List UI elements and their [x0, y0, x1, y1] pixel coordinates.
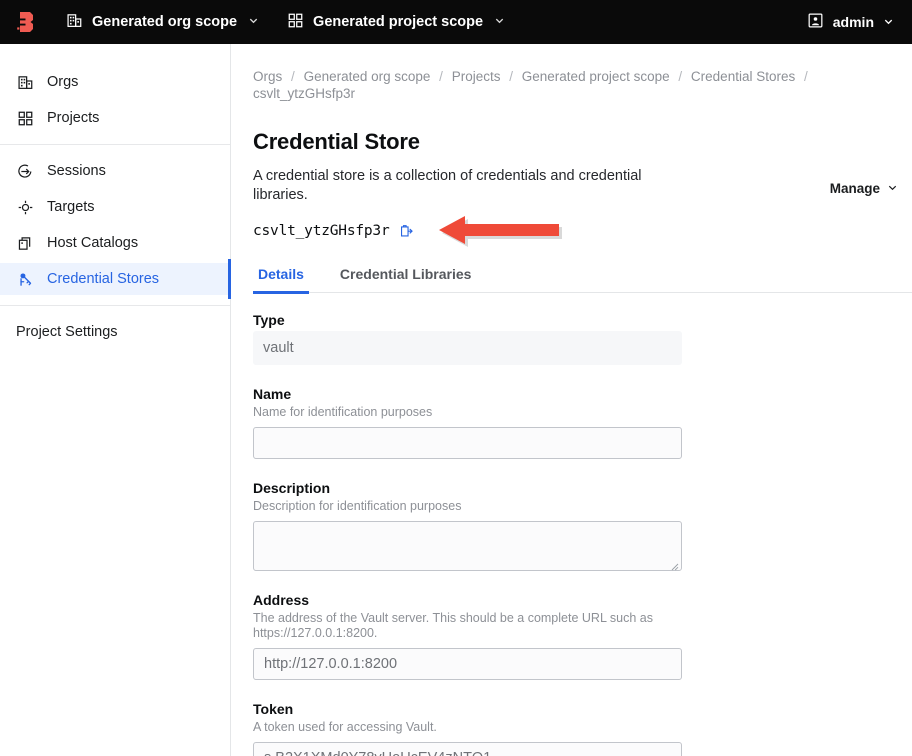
- sidebar-item-credential-stores[interactable]: Credential Stores: [0, 259, 231, 299]
- tab-credential-libraries[interactable]: Credential Libraries: [335, 266, 477, 294]
- sidebar-item-label: Host Catalogs: [47, 235, 139, 251]
- sessions-arrow-icon: [16, 162, 34, 180]
- field-help: The address of the Vault server. This sh…: [253, 611, 653, 640]
- chevron-down-icon: [248, 14, 259, 30]
- crosshair-icon: [16, 198, 34, 216]
- building-icon: [66, 12, 83, 33]
- field-description: Description Description for identificati…: [253, 480, 893, 571]
- field-address: Address The address of the Vault server.…: [253, 592, 893, 680]
- manage-button-label: Manage: [829, 181, 880, 196]
- chevron-down-icon: [494, 14, 505, 30]
- name-input[interactable]: [253, 427, 682, 459]
- breadcrumb-item-project-scope[interactable]: Generated project scope: [522, 69, 670, 84]
- sidebar-item-sessions[interactable]: Sessions: [0, 155, 230, 187]
- credential-key-icon: [16, 270, 34, 288]
- sidebar-item-label: Orgs: [47, 74, 79, 90]
- tab-label: Details: [258, 266, 304, 282]
- tab-label: Credential Libraries: [339, 266, 472, 282]
- building-icon: [16, 73, 34, 91]
- user-menu-label: admin: [832, 14, 874, 30]
- tab-details[interactable]: Details: [253, 266, 309, 294]
- breadcrumb-separator: /: [509, 69, 514, 84]
- resource-id: csvlt_ytzGHsfp3r: [253, 223, 390, 239]
- description-textarea[interactable]: [253, 521, 682, 571]
- breadcrumb-item-current: csvlt_ytzGHsfp3r: [253, 86, 356, 101]
- field-label: Token: [253, 701, 294, 717]
- chevron-down-icon: [883, 14, 894, 30]
- sidebar-item-orgs[interactable]: Orgs: [0, 66, 230, 98]
- layers-icon: [16, 234, 34, 252]
- breadcrumb-separator: /: [678, 69, 683, 84]
- field-label: Description: [253, 480, 331, 496]
- field-help: A token used for accessing Vault.: [253, 720, 437, 734]
- token-input[interactable]: s.B2X1XMd0Y78yHoUcEV4zNTQ1: [253, 742, 682, 756]
- main-content: Orgs / Generated org scope / Projects / …: [232, 44, 912, 756]
- resource-id-row: csvlt_ytzGHsfp3r: [253, 216, 912, 247]
- sidebar-item-projects[interactable]: Projects: [0, 102, 230, 134]
- page-description: A credential store is a collection of cr…: [253, 168, 642, 203]
- breadcrumb-separator: /: [804, 69, 808, 84]
- grid-icon: [16, 109, 34, 127]
- sidebar-group-settings: Project Settings: [0, 306, 230, 358]
- org-scope-label: Generated org scope: [92, 14, 238, 30]
- resize-grip-icon[interactable]: [669, 558, 679, 571]
- breadcrumb-item-credential-stores[interactable]: Credential Stores: [691, 69, 795, 84]
- sidebar-item-label: Sessions: [47, 163, 106, 179]
- top-navigation-bar: Generated org scope Generated project sc…: [0, 0, 912, 44]
- field-type: Type vault: [253, 312, 893, 365]
- sidebar-item-label: Credential Stores: [47, 271, 160, 287]
- breadcrumb: Orgs / Generated org scope / Projects / …: [253, 68, 813, 102]
- project-scope-selector[interactable]: Generated project scope: [273, 0, 519, 44]
- sidebar-item-targets[interactable]: Targets: [0, 191, 230, 223]
- breadcrumb-item-projects[interactable]: Projects: [452, 69, 501, 84]
- org-scope-selector[interactable]: Generated org scope: [52, 0, 273, 44]
- sidebar-group-scopes: Orgs Projects: [0, 56, 230, 144]
- sidebar-item-project-settings[interactable]: Project Settings: [0, 316, 230, 348]
- copy-clipboard-icon[interactable]: [397, 223, 414, 240]
- breadcrumb-item-orgs[interactable]: Orgs: [253, 69, 282, 84]
- annotation-arrow-icon: [436, 213, 562, 249]
- sidebar-group-resources: Sessions Targets Host Catalogs Credentia…: [0, 145, 231, 305]
- credential-store-form: Type vault Name Name for identification …: [253, 293, 893, 756]
- user-square-icon: [807, 12, 824, 32]
- sidebar-item-label: Targets: [47, 199, 95, 215]
- grid-icon: [287, 12, 304, 33]
- boundary-logo[interactable]: [0, 0, 52, 44]
- sidebar-item-label: Project Settings: [16, 324, 118, 340]
- address-input[interactable]: http://127.0.0.1:8200: [253, 648, 682, 680]
- field-help: Name for identification purposes: [253, 405, 433, 419]
- boundary-logo-icon: [17, 12, 33, 32]
- sidebar-item-label: Projects: [47, 110, 100, 126]
- field-label: Address: [253, 592, 310, 608]
- page-title: Credential Store: [253, 129, 420, 154]
- sidebar: Orgs Projects Sessions Targets Host Cata…: [0, 44, 231, 756]
- project-scope-label: Generated project scope: [313, 14, 484, 30]
- manage-button[interactable]: Manage: [830, 181, 898, 196]
- field-label: Type: [253, 312, 285, 328]
- field-label: Name: [253, 386, 292, 402]
- field-help: Description for identification purposes: [253, 499, 462, 513]
- field-token: Token A token used for accessing Vault. …: [253, 701, 893, 756]
- tab-bar: Details Credential Libraries: [253, 259, 912, 294]
- page-description-row: A credential store is a collection of cr…: [253, 167, 912, 205]
- chevron-down-icon: [887, 181, 898, 196]
- field-name: Name Name for identification purposes: [253, 386, 893, 459]
- breadcrumb-item-org-scope[interactable]: Generated org scope: [304, 69, 431, 84]
- user-menu[interactable]: admin: [797, 0, 912, 44]
- breadcrumb-separator: /: [439, 69, 443, 84]
- breadcrumb-separator: /: [291, 69, 295, 84]
- sidebar-item-host-catalogs[interactable]: Host Catalogs: [0, 227, 230, 259]
- type-value: vault: [253, 331, 682, 365]
